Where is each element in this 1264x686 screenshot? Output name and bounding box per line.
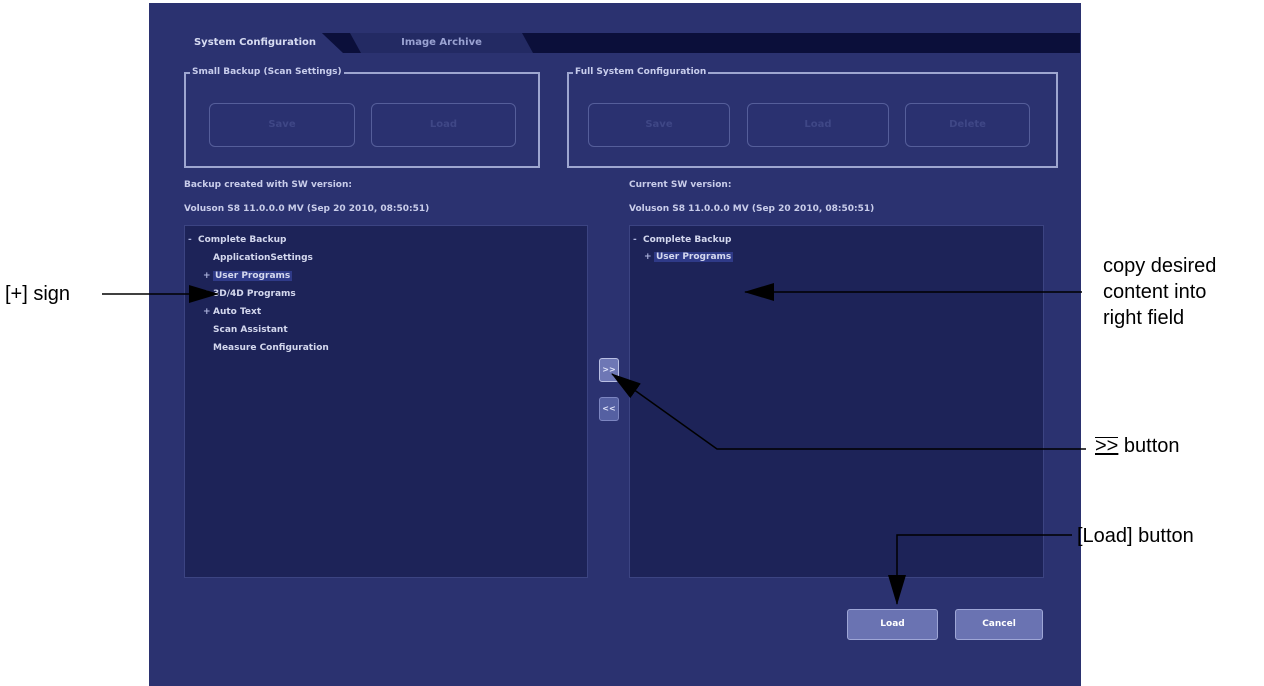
tree-item[interactable]: ApplicationSettings (213, 252, 313, 265)
copy-forward-button[interactable]: >> (599, 358, 619, 382)
tree-item[interactable]: Scan Assistant (213, 324, 288, 337)
tree-item-label: Measure Configuration (213, 343, 329, 353)
tree-root[interactable]: - Complete Backup (188, 234, 286, 247)
current-version-value: Voluson S8 11.0.0.0 MV (Sep 20 2010, 08:… (629, 204, 875, 214)
small-backup-group: Small Backup (Scan Settings) Save Load (184, 65, 540, 168)
tab-system-configuration[interactable]: System Configuration (167, 33, 343, 53)
annotation-copy-line: right field (1103, 307, 1185, 329)
load-button[interactable]: Load (847, 609, 938, 640)
backup-version-label: Backup created with SW version: (184, 180, 352, 190)
tree-root-label: Complete Backup (198, 235, 287, 245)
expand-plus-icon[interactable]: + (203, 270, 213, 283)
full-configuration-delete-button[interactable]: Delete (905, 103, 1030, 147)
tree-item[interactable]: +3D/4D Programs (203, 288, 296, 301)
small-backup-title: Small Backup (Scan Settings) (190, 65, 344, 79)
system-configuration-screen: System Configuration Image Archive Small… (149, 3, 1081, 686)
current-version-label: Current SW version: (629, 180, 732, 190)
annotation-forward-button: >> button (1095, 433, 1180, 459)
tree-item-label: Scan Assistant (213, 325, 288, 335)
backup-tree-panel[interactable]: - Complete Backup ApplicationSettings + Us… (184, 225, 588, 578)
full-configuration-load-button[interactable]: Load (747, 103, 889, 147)
tree-root-label: Complete Backup (643, 235, 732, 245)
annotation-load-button: [Load] button (1077, 525, 1194, 547)
small-backup-load-button[interactable]: Load (371, 103, 516, 147)
current-tree-panel[interactable]: - Complete Backup + User Programs (629, 225, 1044, 578)
expand-plus-icon[interactable]: + (644, 251, 654, 264)
expand-plus-icon[interactable]: + (203, 306, 213, 319)
tree-item-label: 3D/4D Programs (213, 289, 296, 299)
full-configuration-group: Full System Configuration Save Load Dele… (567, 65, 1058, 168)
full-configuration-save-button[interactable]: Save (588, 103, 730, 147)
full-configuration-title: Full System Configuration (573, 65, 709, 79)
tree-root[interactable]: - Complete Backup (633, 234, 731, 247)
collapse-icon[interactable]: - (188, 234, 198, 247)
tree-item-label: User Programs (654, 252, 734, 262)
backup-version-value: Voluson S8 11.0.0.0 MV (Sep 20 2010, 08:… (184, 204, 430, 214)
annotation-copy-line: copy desired (1103, 255, 1217, 277)
tree-item[interactable]: + User Programs (644, 251, 734, 264)
tree-item[interactable]: + User Programs (203, 270, 293, 283)
tree-item-label: ApplicationSettings (213, 253, 313, 263)
expand-plus-icon[interactable]: + (203, 288, 213, 301)
cancel-button[interactable]: Cancel (955, 609, 1043, 640)
annotation-plus-sign: [+] sign (5, 283, 71, 305)
annotation-forward-symbol: >> (1095, 435, 1119, 457)
tree-item-label: Auto Text (213, 307, 262, 317)
collapse-icon[interactable]: - (633, 234, 643, 247)
annotation-forward-text: button (1123, 435, 1180, 457)
tree-item[interactable]: Measure Configuration (213, 342, 329, 355)
annotation-copy-content: copy desired content into right field (1103, 253, 1216, 331)
tab-bar: System Configuration Image Archive (167, 33, 1080, 53)
tab-image-archive[interactable]: Image Archive (350, 33, 533, 53)
copy-back-button[interactable]: << (599, 397, 619, 421)
tree-item-label: User Programs (213, 271, 293, 281)
small-backup-save-button[interactable]: Save (209, 103, 355, 147)
tree-item[interactable]: + Auto Text (203, 306, 261, 319)
annotation-copy-line: content into (1103, 281, 1207, 303)
